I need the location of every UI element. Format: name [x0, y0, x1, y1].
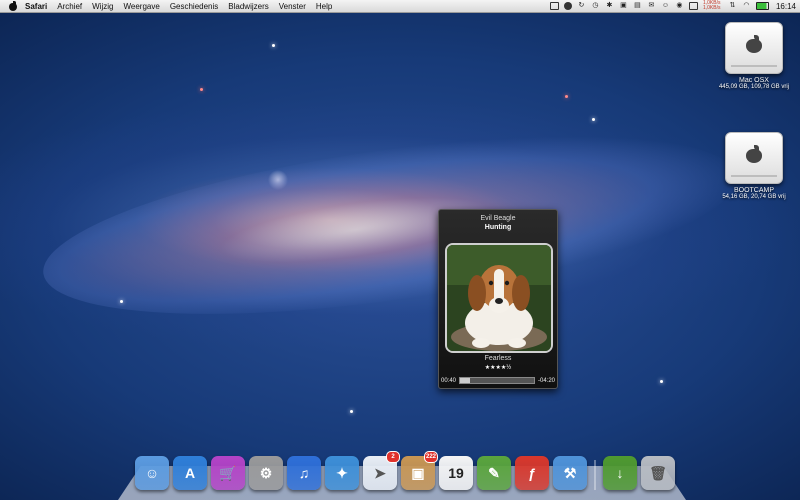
sparrow-icon[interactable]: ➤ 2 — [363, 451, 400, 490]
package-icon[interactable]: ▣ 222 — [401, 451, 438, 490]
icon-glyph: 19 — [448, 465, 464, 481]
drive-info: 54,16 GB, 20,74 GB vrij — [722, 194, 786, 200]
dock-separator — [594, 460, 596, 490]
sync-icon[interactable]: ↻ — [577, 2, 586, 10]
drive-name: Mac OSX — [739, 77, 769, 84]
track-album: Fearless — [484, 355, 512, 362]
icon-glyph: 🗑 — [649, 464, 667, 481]
adium-icon[interactable]: ☺ — [661, 2, 670, 10]
wifi-icon[interactable]: ◠ — [742, 2, 751, 10]
track-artist: Evil Beagle — [480, 215, 516, 222]
calendar-icon[interactable]: 19 — [439, 456, 473, 490]
icon-glyph: ⚙ — [259, 464, 273, 481]
icon-glyph: ✦ — [336, 464, 348, 481]
apple-logo-icon — [745, 35, 763, 53]
app-store-icon[interactable]: A — [173, 456, 207, 490]
icon-glyph: ☺ — [144, 465, 160, 481]
beagle-artwork — [447, 245, 551, 351]
battery-icon[interactable] — [755, 2, 769, 10]
icon-glyph: ♫ — [298, 465, 310, 481]
net-down: 1,0KB/s — [702, 5, 721, 11]
icon-glyph: ✎ — [488, 464, 500, 481]
mail-icon[interactable]: ✉ — [647, 2, 656, 10]
network-icon[interactable]: ⇅ — [728, 2, 737, 10]
icon-glyph: ⚒ — [563, 464, 577, 481]
finder-icon[interactable]: ☺ — [135, 456, 169, 490]
terminal-icon[interactable] — [549, 2, 559, 10]
star — [272, 44, 275, 47]
trash-icon[interactable]: 🗑 — [641, 456, 675, 490]
network-speed[interactable]: 1,0KB/s 1,0KB/s — [703, 1, 723, 11]
drive-mac-osx[interactable]: Mac OSX 445,09 GB, 109,78 GB vrij — [714, 22, 794, 90]
menu-bar: Safari Archief Wijzig Weergave Geschiede… — [0, 0, 800, 13]
drive-name: BOOTCAMP — [733, 187, 775, 194]
drive-info: 445,09 GB, 109,78 GB vrij — [718, 84, 790, 90]
star — [592, 118, 595, 121]
menu-archief[interactable]: Archief — [57, 2, 82, 11]
star — [120, 300, 123, 303]
shop-icon[interactable]: 🛒 — [211, 456, 245, 490]
menu-weergave[interactable]: Weergave — [123, 2, 159, 11]
calendar-icon[interactable]: ▤ — [633, 2, 642, 10]
status-icon[interactable]: ◉ — [675, 2, 684, 10]
lock-icon[interactable]: ▣ — [619, 2, 628, 10]
star — [200, 88, 203, 91]
apple-menu-icon[interactable] — [8, 1, 18, 11]
notification-badge: 2 — [386, 451, 400, 463]
xcode-icon[interactable]: ⚒ — [553, 456, 587, 490]
star — [660, 380, 663, 383]
icon-glyph: ƒ — [528, 465, 536, 481]
galaxy-wallpaper — [32, 102, 748, 348]
icon-glyph: A — [184, 465, 196, 481]
safari-icon[interactable]: ✦ — [325, 456, 359, 490]
menu-venster[interactable]: Venster — [279, 2, 306, 11]
remaining-time: -04:20 — [537, 377, 555, 384]
system-preferences-icon[interactable]: ⚙ — [249, 456, 283, 490]
hard-drive-icon — [725, 22, 783, 74]
evernote-icon[interactable] — [563, 2, 572, 10]
menu-app-safari[interactable]: Safari — [25, 2, 47, 11]
progress-row: 00:40 -04:20 — [441, 376, 555, 385]
dock: ☺ A 🛒 ⚙ ♫ ✦ ➤ 2 ▣ 222 19 ✎ ƒ ⚒ ↓ 🗑 — [135, 451, 675, 490]
display-icon[interactable] — [688, 2, 698, 10]
music-player-widget[interactable]: Evil Beagle Hunting Fearless ★★★★½ 00:40… — [438, 209, 558, 389]
progress-track[interactable] — [459, 377, 535, 384]
status-tray: ↻ ◷ ✱ ▣ ▤ ✉ ☺ ◉ 1,0KB/s 1,0KB/s ⇅ ◠ 16:1… — [549, 0, 796, 12]
album-artwork[interactable] — [445, 243, 553, 353]
menu-wijzig[interactable]: Wijzig — [92, 2, 113, 11]
hard-drive-icon — [725, 132, 783, 184]
evernote-icon[interactable]: ✎ — [477, 456, 511, 490]
track-title: Hunting — [484, 224, 512, 231]
apple-logo-icon — [745, 145, 763, 163]
menu-bladwijzers[interactable]: Bladwijzers — [228, 2, 268, 11]
menu-help[interactable]: Help — [316, 2, 332, 11]
progress-fill — [460, 378, 470, 383]
itunes-icon[interactable]: ♫ — [287, 456, 321, 490]
elapsed-time: 00:40 — [441, 377, 457, 384]
star — [565, 95, 568, 98]
menu-geschiedenis[interactable]: Geschiedenis — [170, 2, 218, 11]
flash-icon[interactable]: ƒ — [515, 456, 549, 490]
star — [350, 410, 353, 413]
icon-glyph: ↓ — [616, 465, 624, 481]
downloads-icon[interactable]: ↓ — [603, 456, 637, 490]
notification-badge: 222 — [423, 451, 438, 463]
bluetooth-icon[interactable]: ✱ — [605, 2, 614, 10]
drive-bootcamp[interactable]: BOOTCAMP 54,16 GB, 20,74 GB vrij — [714, 132, 794, 200]
icon-glyph: 🛒 — [219, 464, 237, 481]
menu-clock[interactable]: 16:14 — [776, 2, 796, 11]
time-machine-icon[interactable]: ◷ — [591, 2, 600, 10]
track-rating[interactable]: ★★★★½ — [439, 364, 557, 371]
